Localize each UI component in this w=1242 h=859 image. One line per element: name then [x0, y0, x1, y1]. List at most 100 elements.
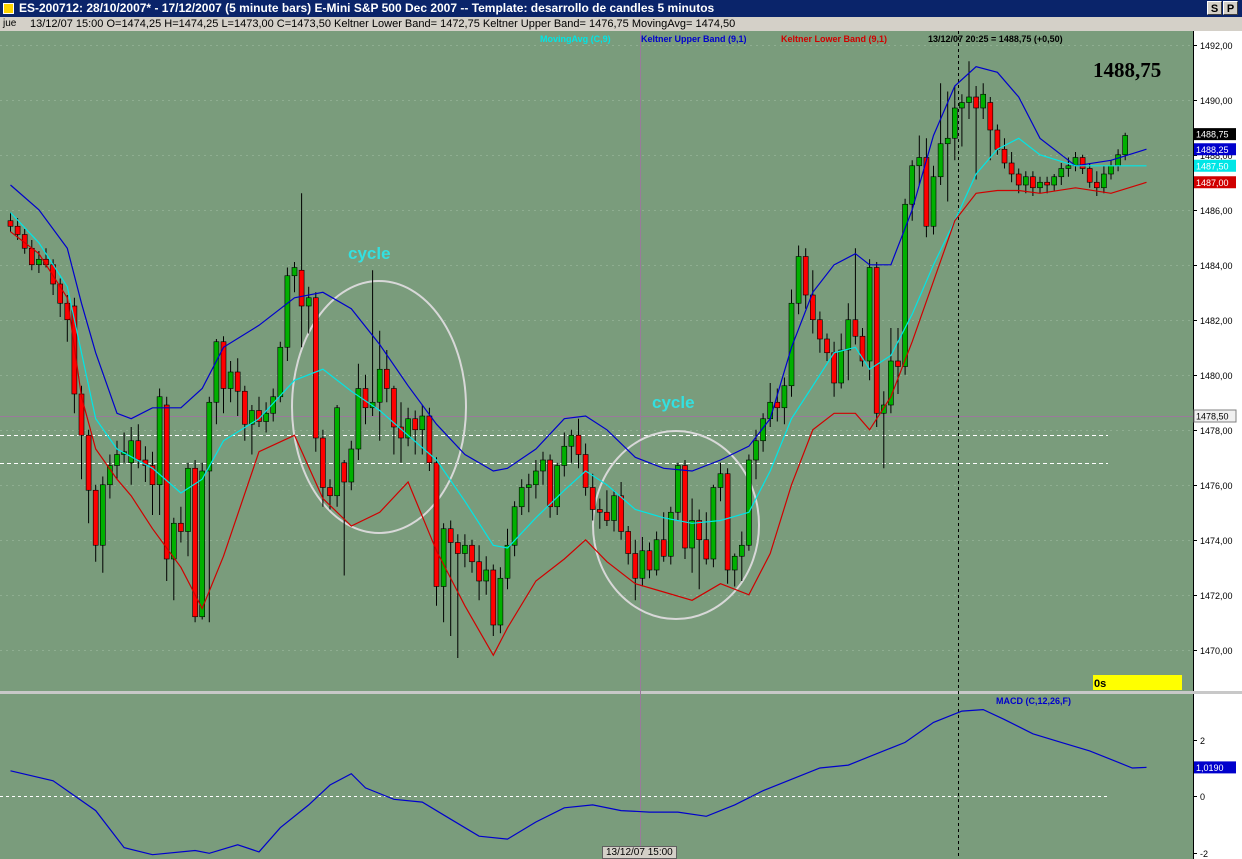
- info-values: 13/12/07 15:00 O=1474,25 H=1474,25 L=147…: [30, 18, 736, 30]
- legend-moving-avg: MovingAvg (C,9): [540, 34, 611, 44]
- candle-up: [156, 396, 163, 486]
- big-price-label: 1488,75: [1093, 58, 1161, 82]
- candle-down: [362, 388, 369, 409]
- candle-up: [554, 465, 561, 508]
- chart-area[interactable]: 1470,00 1472,00 1474,00 1476,00 1478,00 1480,…: [0, 31, 1242, 859]
- candle-up: [909, 165, 916, 205]
- candle-up: [128, 440, 134, 464]
- app-icon: [3, 3, 14, 14]
- macd-title: MACD (C,12,26,F): [996, 696, 1071, 706]
- candle-up: [518, 487, 525, 508]
- panel-separator: [0, 691, 1242, 694]
- candle-up: [653, 539, 660, 571]
- s-button[interactable]: S: [1207, 1, 1222, 15]
- candle-up: [199, 470, 205, 618]
- candle-down: [433, 462, 440, 587]
- crosshair-time-label: 13/12/07 15:00: [602, 846, 677, 859]
- candle-up: [1058, 168, 1065, 178]
- candle-down: [1044, 181, 1050, 186]
- price-tick-label: 1480,00: [1200, 371, 1233, 381]
- candle-down: [596, 509, 603, 513]
- price-tag-label: 1488,25: [1196, 145, 1229, 155]
- macd-tick-label: 0: [1200, 792, 1205, 802]
- cycle-label-1: cycle: [348, 244, 391, 263]
- price-tag-label: 1488,75: [1196, 130, 1229, 140]
- price-tick-label: 1486,00: [1200, 206, 1233, 216]
- candle-up: [348, 448, 355, 483]
- price-tick-label: 1470,00: [1200, 646, 1233, 656]
- candle-up: [781, 385, 788, 409]
- candle-down: [824, 338, 830, 354]
- candle-up: [334, 407, 340, 497]
- candle-down: [490, 569, 497, 626]
- candle-up: [916, 157, 923, 167]
- candle-up: [930, 176, 937, 227]
- candle-up: [639, 550, 646, 579]
- candle-up: [746, 459, 752, 546]
- candle-down: [618, 495, 624, 532]
- legend-keltner-upper: Keltner Upper Band (9,1): [641, 34, 747, 44]
- candle-up: [206, 401, 213, 472]
- candle-up: [291, 267, 298, 277]
- macd-tick-label: -2: [1200, 849, 1208, 859]
- candle-up: [100, 484, 106, 546]
- p-button[interactable]: P: [1223, 1, 1238, 15]
- window-titlebar: ES-200712: 28/10/2007* - 17/12/2007 (5 m…: [0, 0, 1242, 17]
- price-tick-label: 1484,00: [1200, 261, 1233, 271]
- candle-down: [327, 487, 333, 497]
- candle-down: [873, 267, 880, 414]
- candle-up: [114, 454, 120, 466]
- candle-down: [646, 550, 653, 571]
- candle-up: [227, 371, 234, 389]
- candle-up: [731, 555, 738, 571]
- candle-down: [1001, 148, 1008, 164]
- candle-up: [838, 349, 845, 384]
- candle-up: [504, 544, 511, 579]
- candle-down: [682, 465, 688, 549]
- candle-down: [78, 393, 85, 436]
- candle-up: [937, 143, 944, 178]
- candle-up: [284, 275, 291, 348]
- candle-down: [809, 294, 816, 321]
- candle-up: [788, 302, 795, 387]
- candle-up: [185, 467, 191, 532]
- candle-up: [959, 102, 965, 109]
- candle-down: [632, 553, 639, 579]
- candle-up: [440, 528, 447, 587]
- status-box: [1093, 675, 1182, 690]
- candle-up: [1037, 181, 1043, 189]
- macd-panel-background: [0, 694, 1193, 859]
- candle-down: [92, 489, 99, 546]
- candle-down: [1094, 181, 1100, 189]
- candle-up: [540, 459, 546, 472]
- candle-up: [1101, 173, 1107, 189]
- candle-down: [220, 341, 227, 389]
- candle-up: [795, 256, 802, 304]
- candle-down: [320, 437, 326, 488]
- candle-down: [575, 434, 582, 455]
- candle-up: [866, 267, 873, 362]
- candle-up: [497, 577, 504, 626]
- candle-up: [511, 506, 518, 546]
- candle-up: [568, 434, 575, 447]
- candle-up: [277, 346, 284, 398]
- candle-down: [7, 220, 14, 227]
- candle-up: [1065, 165, 1072, 169]
- candle-up: [767, 401, 774, 420]
- candle-up: [561, 445, 568, 466]
- candle-up: [36, 258, 42, 266]
- candle-down: [703, 539, 710, 560]
- window-title: ES-200712: 28/10/2007* - 17/12/2007 (5 m…: [19, 1, 715, 15]
- candle-down: [774, 401, 781, 409]
- candle-down: [234, 371, 241, 392]
- candle-down: [135, 440, 142, 461]
- candle-down: [660, 539, 667, 557]
- candle-down: [1030, 176, 1036, 189]
- candle-up: [525, 484, 532, 488]
- candle-up: [462, 544, 468, 554]
- macd-tick-label: 2: [1200, 736, 1205, 746]
- candle-down: [312, 297, 319, 439]
- candle-down: [412, 418, 419, 431]
- candle-down: [28, 247, 35, 266]
- candle-down: [802, 256, 809, 296]
